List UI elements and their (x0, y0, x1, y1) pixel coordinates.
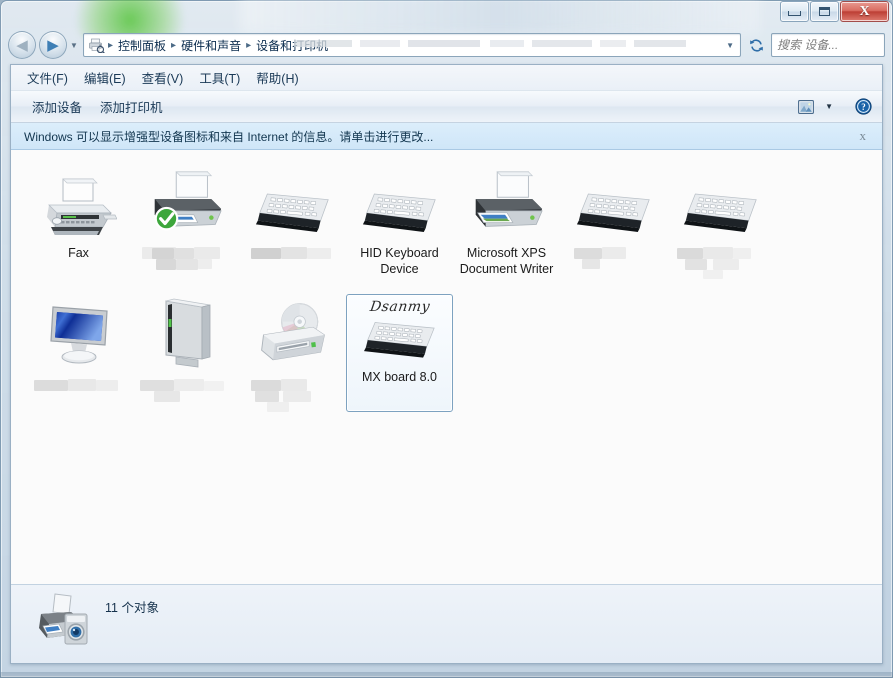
minimize-icon (788, 11, 801, 16)
close-icon: X (859, 3, 870, 19)
chevron-down-icon: ▼ (70, 40, 78, 50)
forward-button[interactable]: ▶ (39, 31, 67, 59)
breadcrumb-devices-printers[interactable]: 设备和打印机 (253, 37, 331, 54)
keyboard-icon (361, 317, 439, 365)
device-label: MX board 8.0 (361, 370, 438, 384)
xps-printer-icon (468, 167, 546, 241)
devices-grid: Fax HID Keyboard Device Microsoft XPS Do… (11, 150, 882, 426)
menu-edit[interactable]: 编辑(E) (76, 65, 134, 90)
keyboard-icon (254, 167, 332, 241)
breadcrumb-separator: ▸ (246, 39, 252, 51)
maximize-icon (819, 7, 830, 16)
devices-content-pane: Fax HID Keyboard Device Microsoft XPS Do… (11, 150, 882, 584)
back-button[interactable]: ◀ (8, 31, 36, 59)
devices-printers-icon (86, 35, 106, 55)
device-item-hid-keyboard[interactable]: HID Keyboard Device (346, 162, 453, 280)
forward-arrow-icon: ▶ (47, 36, 59, 54)
breadcrumb-hardware-sound[interactable]: 硬件和声音 (178, 37, 244, 54)
printer-icon (147, 167, 225, 241)
menu-bar: 文件(F) 编辑(E) 查看(V) 工具(T) 帮助(H) (11, 65, 882, 91)
device-label-redacted (33, 379, 125, 405)
address-bar[interactable]: ▸ 控制面板 ▸ 硬件和声音 ▸ 设备和打印机 ▼ (83, 33, 741, 57)
back-arrow-icon: ◀ (16, 36, 28, 54)
add-device-button[interactable]: 添加设备 (23, 93, 91, 120)
breadcrumb-control-panel[interactable]: 控制面板 (115, 37, 169, 54)
device-label-redacted (247, 247, 339, 273)
device-label-redacted (140, 247, 232, 273)
keyboard-icon (361, 167, 439, 241)
device-item-optical-drive[interactable] (239, 294, 346, 412)
breadcrumb-separator: ▸ (108, 39, 114, 51)
device-item-keyboard-2[interactable] (560, 162, 667, 280)
view-dropdown-caret[interactable]: ▼ (820, 102, 838, 111)
window-bottom-edge (0, 672, 893, 678)
minimize-button[interactable] (780, 1, 809, 22)
search-input[interactable] (772, 35, 893, 55)
menu-help[interactable]: 帮助(H) (248, 65, 306, 90)
change-view-button[interactable] (794, 96, 818, 118)
device-item-mx-board[interactable]: Dsanmy MX board 8.0 (346, 294, 453, 412)
refresh-icon (749, 38, 763, 52)
fax-icon (40, 167, 118, 241)
device-label: Fax (68, 246, 89, 260)
notification-message: Windows 可以显示增强型设备图标和来自 Internet 的信息。请单击进… (24, 129, 434, 144)
device-item-keyboard-3[interactable] (667, 162, 774, 280)
device-item-hard-disk[interactable] (132, 294, 239, 412)
device-label-redacted (568, 247, 660, 273)
window-client-area: 文件(F) 编辑(E) 查看(V) 工具(T) 帮助(H) 添加设备 添加打印机 (10, 64, 883, 664)
address-dropdown-button[interactable]: ▼ (720, 41, 740, 50)
command-bar-right: ▼ ? (794, 96, 876, 118)
menu-view[interactable]: 查看(V) (134, 65, 192, 90)
device-item-computer[interactable] (25, 294, 132, 412)
status-bar: 11 个对象 (11, 584, 882, 663)
device-label: Microsoft XPS Document Writer (459, 246, 554, 276)
keyboard-icon (682, 167, 760, 241)
device-label-redacted (247, 379, 339, 412)
svg-text:?: ? (861, 102, 866, 112)
optical-drive-icon (254, 299, 332, 373)
command-bar: 添加设备 添加打印机 ▼ ? (11, 91, 882, 123)
refresh-button[interactable] (744, 34, 768, 56)
menu-file[interactable]: 文件(F) (19, 65, 76, 90)
view-options-icon (798, 99, 815, 114)
breadcrumb-separator: ▸ (171, 39, 177, 51)
device-brand-logo: Dsanmy (368, 299, 431, 315)
device-item-keyboard-1[interactable] (239, 162, 346, 280)
title-bar: X (0, 0, 893, 28)
status-object-count: 11 个对象 (105, 601, 159, 615)
help-button[interactable]: ? (850, 96, 876, 118)
menu-tools[interactable]: 工具(T) (191, 65, 248, 90)
printer-scanner-icon (37, 591, 93, 647)
monitor-icon (40, 299, 118, 373)
search-box[interactable] (771, 33, 893, 57)
harddisk-icon (147, 298, 225, 373)
device-label: HID Keyboard Device (360, 246, 439, 276)
keyboard-icon (575, 167, 653, 241)
device-item-default-printer[interactable] (132, 162, 239, 280)
add-printer-button[interactable]: 添加打印机 (91, 93, 172, 120)
device-label-redacted (139, 379, 232, 405)
device-label-redacted (675, 247, 767, 279)
window-controls: X (780, 1, 889, 22)
close-button[interactable]: X (840, 1, 889, 22)
screen: X ◀ ▶ ▼ ▸ 控制面板 ▸ 硬件和声音 ▸ 设备和打印机 ▼ 搜索 设备.… (0, 0, 893, 678)
notification-close-button[interactable]: x (852, 128, 875, 144)
navigation-bar: ◀ ▶ ▼ ▸ 控制面板 ▸ 硬件和声音 ▸ 设备和打印机 ▼ 搜索 设备... (0, 28, 893, 62)
device-item-xps-writer[interactable]: Microsoft XPS Document Writer (453, 162, 560, 280)
maximize-button[interactable] (810, 1, 839, 22)
device-item-fax[interactable]: Fax (25, 162, 132, 280)
recent-pages-button[interactable]: ▼ (67, 32, 81, 58)
help-icon: ? (854, 98, 872, 115)
address-bar-redaction (294, 40, 686, 47)
info-notification-bar[interactable]: Windows 可以显示增强型设备图标和来自 Internet 的信息。请单击进… (11, 123, 882, 150)
